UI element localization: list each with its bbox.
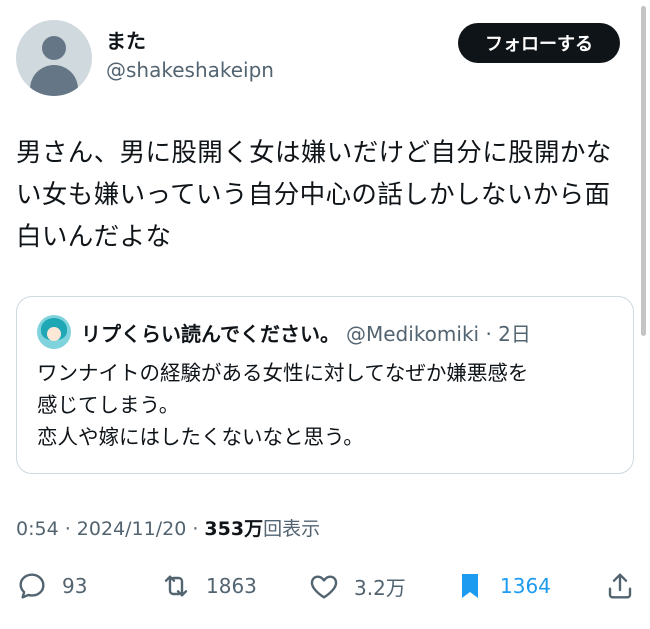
quoted-tweet-text: ワンナイトの経験がある女性に対してなぜか嫌悪感を 感じてしまう。 恋人や嫁にはし… [37,357,617,453]
tweet-text: 男さん、男に股開く女は嫌いだけど自分に股開かな い女も嫌いっていう自分中心の話し… [16,132,630,258]
author-avatar[interactable] [16,20,92,96]
retweet-button[interactable]: 1863 [160,566,257,606]
share-icon [608,573,632,599]
tweet-header: また @shakeshakeipn フォローする [16,20,620,96]
quoted-tweet-card[interactable]: リプくらい読んでください。 @Medikomiki · 2日 ワンナイトの経験が… [16,296,634,474]
author-display-name[interactable]: また [106,28,274,54]
bookmark-count: 1364 [500,574,551,598]
avatar-face-shape [47,327,61,341]
action-bar: 93 1863 3.2万 1364 [16,566,636,606]
reply-button[interactable]: 93 [16,566,87,606]
like-button[interactable]: 3.2万 [308,566,406,606]
follow-button[interactable]: フォローする [458,23,620,63]
retweet-icon [164,575,188,597]
scrollbar[interactable] [641,6,646,336]
tweet-timestamp[interactable]: 0:54 · 2024/11/20 · [16,518,204,540]
tweet-text-line: 白いんだよな [16,222,172,252]
bookmark-icon [462,574,478,598]
views-label: 回表示 [263,518,321,540]
tweet-meta: 0:54 · 2024/11/20 · 353万回表示 [16,514,320,541]
share-button[interactable] [604,566,650,606]
reply-icon [19,573,45,599]
heart-icon [310,575,338,599]
views-count: 353万 [204,518,264,540]
tweet-text-line: 男さん、男に股開く女は嫌いだけど自分に股開かな [16,138,612,168]
quoted-text-line: ワンナイトの経験がある女性に対してなぜか嫌悪感を [37,361,529,385]
avatar-head-shape [42,36,66,60]
author-handle[interactable]: @shakeshakeipn [106,56,274,84]
quoted-author-avatar [37,315,71,349]
author-names: また @shakeshakeipn [106,28,274,84]
quoted-author-name: リプくらい読んでください。 [81,321,340,346]
reply-count: 93 [62,574,88,598]
retweet-count: 1863 [206,574,257,598]
tweet-text-line: い女も嫌いっていう自分中心の話しかしないから面 [16,180,611,210]
bookmark-button[interactable]: 1364 [454,566,551,606]
quoted-text-line: 感じてしまう。 [37,393,180,417]
quoted-text-line: 恋人や嫁にはしたくないなと思う。 [37,425,364,449]
avatar-body-shape [30,65,78,96]
quoted-author-meta: @Medikomiki · 2日 [346,321,531,346]
like-count: 3.2万 [354,575,406,600]
quoted-tweet-header: リプくらい読んでください。 @Medikomiki · 2日 [37,315,531,349]
